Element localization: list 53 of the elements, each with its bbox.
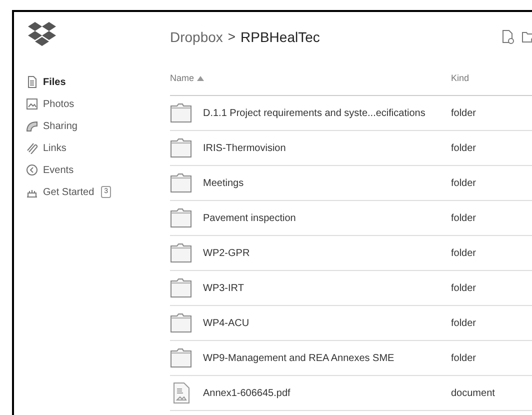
file-row[interactable]: D.1.1 Project requirements and syste...ecifications folder [170, 96, 532, 131]
file-kind: folder [451, 352, 476, 366]
file-kind: folder [451, 106, 476, 120]
file-kind: folder [451, 282, 476, 296]
file-kind: folder [451, 176, 476, 190]
file-kind: document [451, 386, 495, 400]
file-name: IRIS-Thermovision [203, 142, 286, 156]
sidebar-item[interactable]: Files [26, 74, 170, 90]
file-name: WP2-GPR [203, 246, 250, 260]
clock-icon [26, 164, 38, 176]
file-row[interactable]: Pavement inspection folder [170, 201, 532, 236]
file-name: Meetings [203, 176, 244, 190]
column-header[interactable]: Name [170, 72, 451, 86]
file-name: WP4-ACU [203, 316, 250, 330]
folder-icon [170, 278, 192, 298]
breadcrumb-separator: > [228, 28, 236, 46]
sharing-icon [26, 120, 38, 132]
new-folder-icon[interactable] [522, 31, 532, 43]
file-name: WP3-IRT [203, 282, 244, 296]
file-row[interactable]: IRIS-Thermovision folder [170, 131, 532, 166]
column-header[interactable]: Kind [451, 72, 470, 86]
breadcrumb-link[interactable]: Dropbox [170, 26, 223, 48]
folder-icon [170, 103, 192, 123]
folder-icon [170, 138, 192, 158]
file-row[interactable]: WP4-ACU folder [170, 306, 532, 341]
sidebar-item[interactable]: Photos [26, 96, 170, 112]
sidebar-item[interactable]: Sharing [26, 118, 170, 134]
file-row[interactable]: WP9-Management and REA Annexes SME folder [170, 341, 532, 376]
folder-icon [170, 173, 192, 193]
folder-icon [170, 208, 192, 228]
file-row[interactable]: Annex1-606645.pdf document [170, 376, 532, 411]
folder-icon [170, 313, 192, 333]
file-kind: folder [451, 246, 476, 260]
logo-icon [28, 21, 56, 47]
file-row[interactable]: WP3-IRT folder [170, 271, 532, 306]
file-name: D.1.1 Project requirements and syste...ecifications [203, 106, 426, 120]
folder-icon [170, 243, 192, 263]
file-row[interactable]: WP2-GPR folder [170, 236, 532, 271]
sidebar-item[interactable]: Links [26, 140, 170, 156]
file-row[interactable]: Meetings folder [170, 166, 532, 201]
file-kind: folder [451, 316, 476, 330]
sidebar-item[interactable]: Events [26, 162, 170, 178]
file-name: Annex1-606645.pdf [203, 386, 290, 400]
file-name: WP9-Management and REA Annexes SME [203, 352, 394, 366]
folder-icon [170, 348, 192, 368]
photo-icon [26, 98, 38, 110]
current-folder-title: RPBHealTec [240, 28, 320, 46]
file-kind: folder [451, 212, 476, 226]
file-name: Pavement inspection [203, 212, 296, 226]
file-kind: folder [451, 142, 476, 156]
file-icon [26, 76, 38, 88]
link-icon [26, 142, 38, 154]
new-file-icon[interactable] [502, 30, 514, 44]
